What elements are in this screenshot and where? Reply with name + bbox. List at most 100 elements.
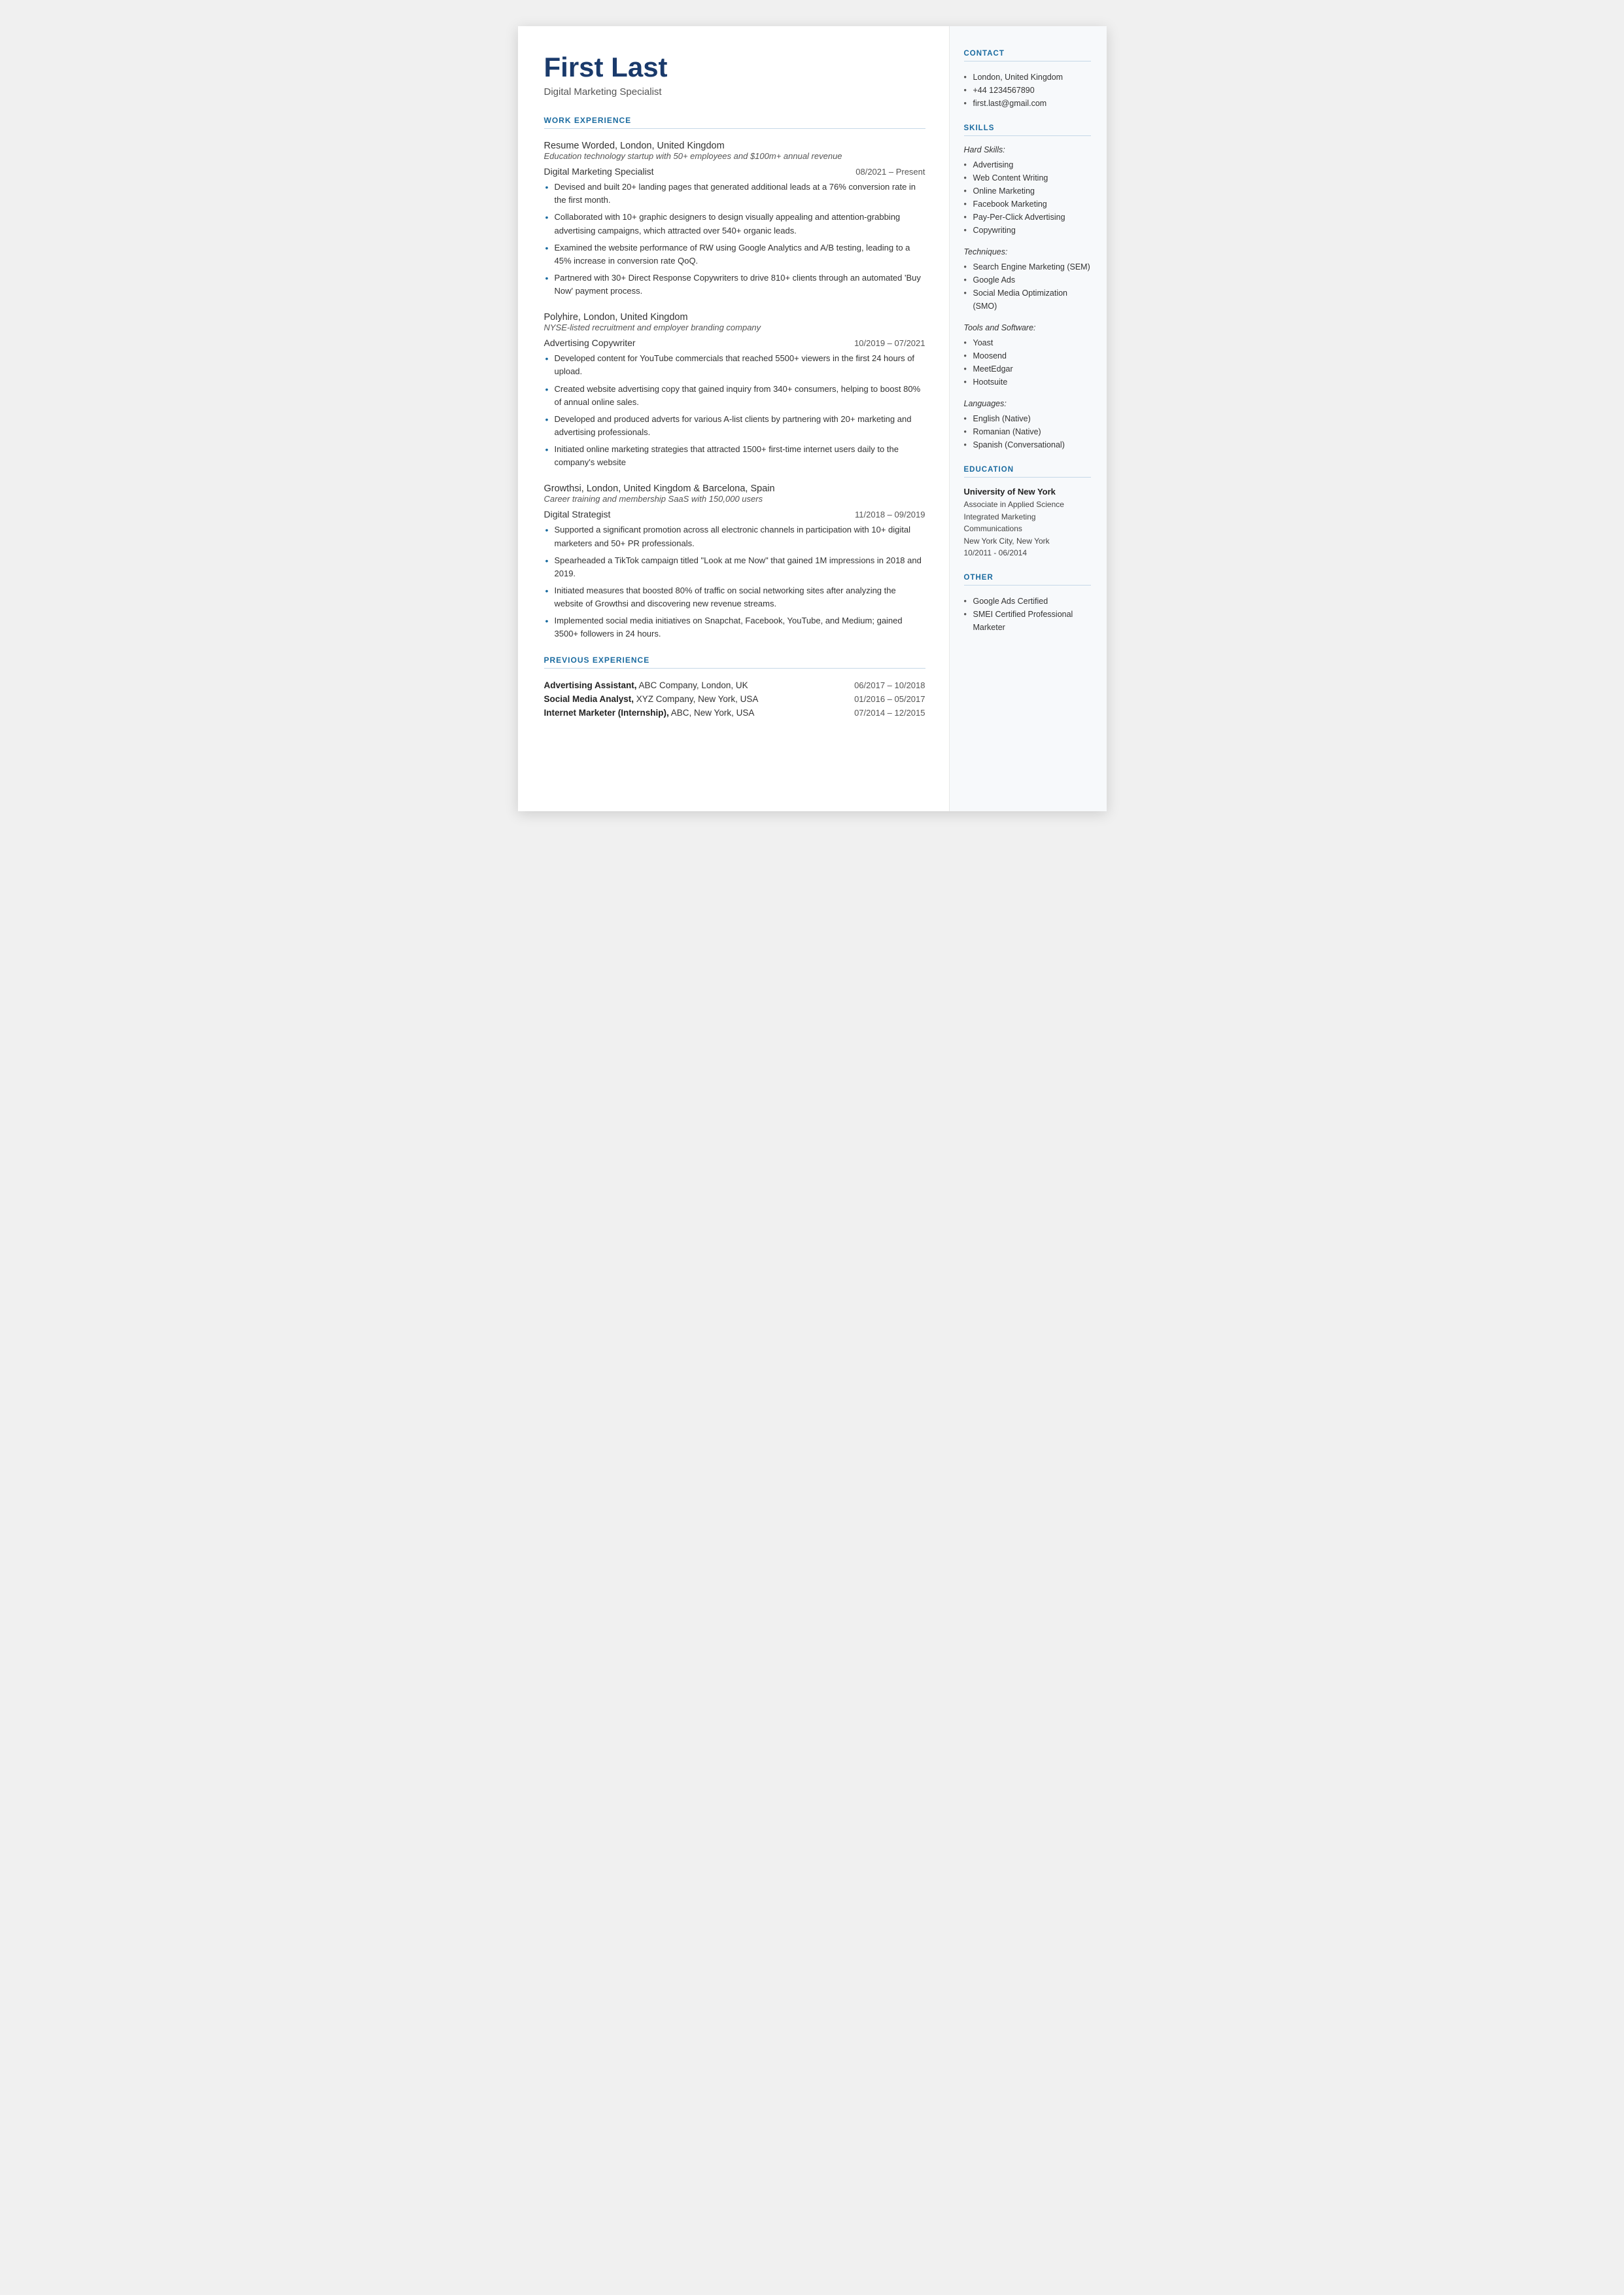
- prev-exp-dates-2: 01/2016 – 05/2017: [854, 694, 925, 704]
- prev-exp-label-3: Internet Marketer (Internship), ABC, New…: [544, 708, 855, 718]
- technique-1: Search Engine Marketing (SEM): [964, 260, 1091, 273]
- tool-3: MeetEdgar: [964, 362, 1091, 376]
- bullet-3-4: Implemented social media initiatives on …: [544, 614, 925, 640]
- education-dates: 10/2011 - 06/2014: [964, 547, 1091, 559]
- employer-3-rest: London, United Kingdom & Barcelona, Spai…: [584, 483, 775, 494]
- bullet-1-3: Examined the website performance of RW u…: [544, 241, 925, 268]
- hard-skill-2: Web Content Writing: [964, 171, 1091, 184]
- job-title-3: Digital Strategist: [544, 509, 611, 519]
- job-bullets-3: Supported a significant promotion across…: [544, 523, 925, 640]
- work-experience-header: WORK EXPERIENCE: [544, 116, 925, 129]
- hard-skills-list: Advertising Web Content Writing Online M…: [964, 158, 1091, 237]
- job-bullets-2: Developed content for YouTube commercial…: [544, 352, 925, 469]
- prev-exp-label-1: Advertising Assistant, ABC Company, Lond…: [544, 680, 855, 690]
- employer-1-desc: Education technology startup with 50+ em…: [544, 151, 925, 161]
- tools-list: Yoast Moosend MeetEdgar Hootsuite: [964, 336, 1091, 389]
- bullet-1-2: Collaborated with 10+ graphic designers …: [544, 211, 925, 237]
- employer-2-rest: London, United Kingdom: [581, 312, 688, 323]
- job-dates-1: 08/2021 – Present: [855, 167, 925, 177]
- tools-label: Tools and Software:: [964, 323, 1091, 332]
- contact-item-3: first.last@gmail.com: [964, 97, 1091, 110]
- language-2: Romanian (Native): [964, 425, 1091, 438]
- job-block-1: Resume Worded, London, United Kingdom Ed…: [544, 141, 925, 298]
- hard-skill-3: Online Marketing: [964, 184, 1091, 198]
- prev-exp-title-1: Advertising Assistant,: [544, 680, 637, 690]
- employer-2-name: Polyhire,: [544, 312, 581, 323]
- employer-1-name: Resume Worded,: [544, 141, 618, 151]
- technique-2: Google Ads: [964, 273, 1091, 287]
- contact-list: London, United Kingdom +44 1234567890 fi…: [964, 71, 1091, 110]
- prev-exp-row-1: Advertising Assistant, ABC Company, Lond…: [544, 680, 925, 690]
- prev-exp-row-2: Social Media Analyst, XYZ Company, New Y…: [544, 694, 925, 704]
- bullet-1-4: Partnered with 30+ Direct Response Copyw…: [544, 272, 925, 298]
- resume-wrapper: First Last Digital Marketing Specialist …: [518, 26, 1107, 811]
- tool-2: Moosend: [964, 349, 1091, 362]
- tool-4: Hootsuite: [964, 376, 1091, 389]
- languages-label: Languages:: [964, 399, 1091, 408]
- employer-2: Polyhire, London, United Kingdom: [544, 312, 925, 323]
- job-block-3: Growthsi, London, United Kingdom & Barce…: [544, 483, 925, 640]
- job-bullets-1: Devised and built 20+ landing pages that…: [544, 181, 925, 298]
- other-header: OTHER: [964, 574, 1091, 586]
- language-1: English (Native): [964, 412, 1091, 425]
- techniques-list: Search Engine Marketing (SEM) Google Ads…: [964, 260, 1091, 313]
- job-row-1: Digital Marketing Specialist 08/2021 – P…: [544, 166, 925, 177]
- other-list: Google Ads Certified SMEI Certified Prof…: [964, 595, 1091, 634]
- prev-exp-company-2: XYZ Company, New York, USA: [634, 694, 758, 704]
- previous-experience-header: PREVIOUS EXPERIENCE: [544, 656, 925, 669]
- technique-3: Social Media Optimization (SMO): [964, 287, 1091, 313]
- employer-3: Growthsi, London, United Kingdom & Barce…: [544, 483, 925, 494]
- candidate-name: First Last: [544, 52, 925, 82]
- language-3: Spanish (Conversational): [964, 438, 1091, 451]
- prev-exp-title-2: Social Media Analyst,: [544, 694, 634, 704]
- bullet-3-3: Initiated measures that boosted 80% of t…: [544, 584, 925, 610]
- education-header: EDUCATION: [964, 466, 1091, 478]
- prev-exp-dates-1: 06/2017 – 10/2018: [854, 680, 925, 690]
- bullet-2-4: Initiated online marketing strategies th…: [544, 443, 925, 469]
- job-title-1: Digital Marketing Specialist: [544, 166, 654, 177]
- bullet-3-1: Supported a significant promotion across…: [544, 523, 925, 550]
- contact-section: CONTACT London, United Kingdom +44 12345…: [964, 50, 1091, 110]
- other-item-1: Google Ads Certified: [964, 595, 1091, 608]
- other-item-2: SMEI Certified Professional Marketer: [964, 608, 1091, 634]
- prev-exp-title-3: Internet Marketer (Internship),: [544, 708, 669, 718]
- job-dates-2: 10/2019 – 07/2021: [854, 338, 925, 348]
- bullet-2-3: Developed and produced adverts for vario…: [544, 413, 925, 439]
- employer-1: Resume Worded, London, United Kingdom: [544, 141, 925, 151]
- job-row-3: Digital Strategist 11/2018 – 09/2019: [544, 509, 925, 519]
- job-dates-3: 11/2018 – 09/2019: [855, 510, 925, 519]
- hard-skill-1: Advertising: [964, 158, 1091, 171]
- hard-skill-6: Copywriting: [964, 224, 1091, 237]
- hard-skill-5: Pay-Per-Click Advertising: [964, 211, 1091, 224]
- employer-2-desc: NYSE-listed recruitment and employer bra…: [544, 323, 925, 332]
- job-title-2: Advertising Copywriter: [544, 338, 636, 348]
- prev-exp-company-1: ABC Company, London, UK: [637, 680, 748, 690]
- languages-list: English (Native) Romanian (Native) Spani…: [964, 412, 1091, 451]
- job-block-2: Polyhire, London, United Kingdom NYSE-li…: [544, 312, 925, 469]
- bullet-2-2: Created website advertising copy that ga…: [544, 383, 925, 409]
- education-major: Integrated Marketing Communications: [964, 511, 1091, 535]
- prev-exp-company-3: ABC, New York, USA: [669, 708, 755, 718]
- skills-section: SKILLS Hard Skills: Advertising Web Cont…: [964, 124, 1091, 451]
- education-school: University of New York: [964, 487, 1091, 497]
- candidate-title: Digital Marketing Specialist: [544, 86, 925, 97]
- hard-skills-label: Hard Skills:: [964, 145, 1091, 154]
- contact-header: CONTACT: [964, 50, 1091, 61]
- prev-exp-row-3: Internet Marketer (Internship), ABC, New…: [544, 708, 925, 718]
- hard-skill-4: Facebook Marketing: [964, 198, 1091, 211]
- tool-1: Yoast: [964, 336, 1091, 349]
- bullet-3-2: Spearheaded a TikTok campaign titled "Lo…: [544, 554, 925, 580]
- right-column: CONTACT London, United Kingdom +44 12345…: [950, 26, 1107, 811]
- other-section: OTHER Google Ads Certified SMEI Certifie…: [964, 574, 1091, 634]
- job-row-2: Advertising Copywriter 10/2019 – 07/2021: [544, 338, 925, 348]
- prev-exp-label-2: Social Media Analyst, XYZ Company, New Y…: [544, 694, 855, 704]
- left-column: First Last Digital Marketing Specialist …: [518, 26, 950, 811]
- education-location: New York City, New York: [964, 535, 1091, 548]
- skills-header: SKILLS: [964, 124, 1091, 136]
- education-degree: Associate in Applied Science: [964, 499, 1091, 511]
- employer-3-desc: Career training and membership SaaS with…: [544, 494, 925, 504]
- bullet-1-1: Devised and built 20+ landing pages that…: [544, 181, 925, 207]
- employer-1-rest: London, United Kingdom: [617, 141, 725, 151]
- contact-item-1: London, United Kingdom: [964, 71, 1091, 84]
- employer-3-name: Growthsi,: [544, 483, 584, 494]
